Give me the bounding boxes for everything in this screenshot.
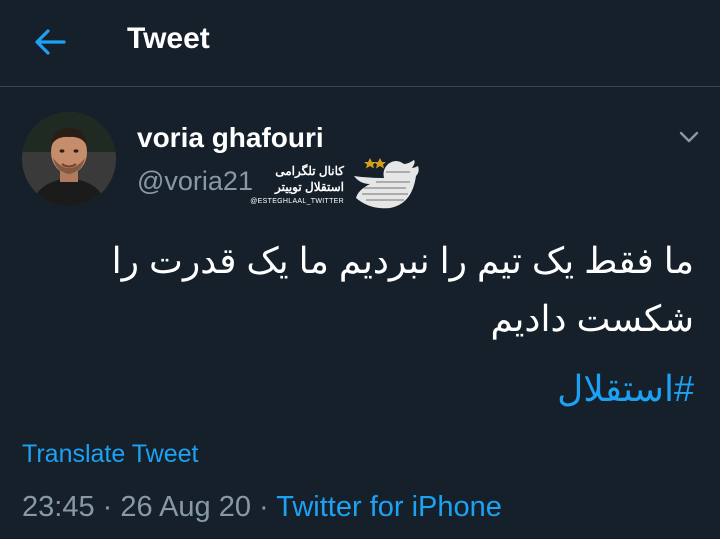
- channel-watermark: کانال تلگرامی استقلال توییتر @ESTEGHLAAL…: [250, 154, 420, 218]
- tweet-metadata: 23:45 · 26 Aug 20 · Twitter for iPhone: [22, 491, 502, 524]
- more-options-button[interactable]: [678, 126, 700, 148]
- author-handle[interactable]: @voria21: [137, 166, 253, 197]
- watermark-line-1: کانال تلگرامی: [275, 164, 344, 178]
- arrow-left-icon: [35, 29, 66, 55]
- tweet-date[interactable]: 26 Aug 20: [120, 491, 251, 523]
- tweet-time[interactable]: 23:45: [22, 491, 95, 523]
- avatar-photo: [22, 112, 116, 206]
- tweet-text-line-1: ما فقط یک تیم را نبردیم ما یک قدرت را: [111, 240, 694, 281]
- avatar[interactable]: [22, 112, 116, 206]
- tweet-source-link[interactable]: Twitter for iPhone: [276, 491, 502, 523]
- tweet-body: ما فقط یک تیم را نبردیم ما یک قدرت را شک…: [34, 232, 694, 348]
- tweet-text-line-2: شکست دادیم: [490, 298, 694, 339]
- back-button[interactable]: [30, 24, 70, 60]
- author-name[interactable]: voria ghafouri: [137, 122, 324, 154]
- tweet-header: Tweet: [0, 0, 720, 86]
- translate-tweet-link[interactable]: Translate Tweet: [22, 440, 198, 469]
- watermark-line-3: @ESTEGHLAAL_TWITTER: [250, 198, 344, 205]
- hashtag-link[interactable]: #استقلال: [557, 360, 694, 418]
- twitter-bird-logo-icon: [354, 158, 419, 209]
- chevron-down-icon: [679, 131, 699, 143]
- meta-separator: ·: [251, 491, 277, 523]
- meta-separator: ·: [94, 491, 121, 523]
- page-title: Tweet: [127, 22, 210, 55]
- header-divider: [0, 86, 720, 87]
- watermark-line-2: استقلال توییتر: [274, 180, 344, 194]
